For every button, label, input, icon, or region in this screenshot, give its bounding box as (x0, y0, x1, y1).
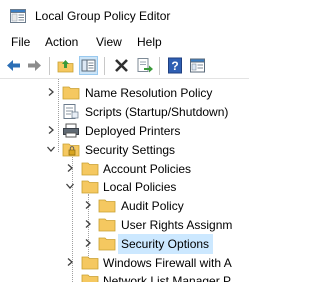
chevron-right-icon[interactable] (83, 219, 93, 229)
chevron-down-icon[interactable] (65, 181, 75, 191)
folder-icon (98, 237, 116, 251)
tree-item-label: Security Options (121, 237, 210, 251)
up-folder-icon[interactable] (56, 56, 75, 75)
chevron-right-icon[interactable] (83, 238, 93, 248)
tree-item-label: Local Policies (103, 180, 177, 194)
tree-item-user-rights-assignment[interactable]: User Rights Assignm (0, 215, 249, 235)
folder-icon (98, 218, 116, 232)
tree-item-security-settings[interactable]: Security Settings (0, 140, 249, 160)
toolbar-separator (104, 57, 105, 75)
tree-item-label: Windows Firewall with A (103, 256, 232, 270)
tree-item-windows-firewall[interactable]: Windows Firewall with A (0, 253, 249, 273)
security-folder-icon (62, 143, 80, 157)
tree-item-account-policies[interactable]: Account Policies (0, 159, 249, 179)
folder-icon (81, 162, 99, 176)
tree-item-name-resolution-policy[interactable]: Name Resolution Policy (0, 83, 249, 103)
tree-item-local-policies[interactable]: Local Policies (0, 177, 249, 197)
properties-view-icon[interactable] (188, 56, 207, 75)
tree-item-audit-policy[interactable]: Audit Policy (0, 196, 249, 216)
tree-item-scripts[interactable]: Scripts (Startup/Shutdown) (0, 102, 249, 122)
tree-item-label: User Rights Assignm (121, 218, 233, 232)
help-icon[interactable]: ? (166, 56, 185, 75)
menu-file[interactable]: File (11, 35, 30, 49)
tree-item-network-list-manager[interactable]: Network List Manager P (0, 271, 249, 282)
menu-action[interactable]: Action (45, 35, 78, 49)
chevron-right-icon[interactable] (46, 87, 56, 97)
tree-item-label: Account Policies (103, 162, 192, 176)
toolbar-separator (49, 57, 50, 75)
show-hide-tree-button[interactable] (79, 56, 98, 75)
folder-icon (62, 86, 80, 100)
menu-bar: File Action View Help (0, 33, 249, 51)
tree-item-label: Network List Manager P (103, 274, 232, 282)
back-arrow-icon[interactable] (4, 56, 23, 75)
console-tree-icon (81, 59, 96, 72)
tree-item-security-options[interactable]: Security Options (0, 234, 249, 254)
folder-icon (81, 274, 99, 282)
window-title: Local Group Policy Editor (35, 9, 171, 23)
export-list-icon[interactable] (135, 56, 154, 75)
script-icon (63, 104, 79, 119)
tree-item-label: Security Settings (85, 143, 176, 157)
menu-help[interactable]: Help (137, 35, 162, 49)
tree-item-label: Scripts (Startup/Shutdown) (85, 105, 229, 119)
tree-item-label: Name Resolution Policy (85, 86, 213, 100)
chevron-right-icon[interactable] (65, 163, 75, 173)
forward-arrow-icon[interactable] (25, 56, 44, 75)
console-tree[interactable]: Name Resolution Policy Scripts (Startup/… (0, 79, 249, 282)
folder-icon (81, 256, 99, 270)
delete-x-icon[interactable] (112, 56, 131, 75)
tree-item-label: Audit Policy (121, 199, 184, 213)
folder-icon (81, 180, 99, 194)
printer-icon (63, 123, 79, 138)
chevron-right-icon[interactable] (65, 257, 75, 267)
svg-text:?: ? (171, 59, 178, 73)
tree-item-deployed-printers[interactable]: Deployed Printers (0, 121, 249, 141)
toolbar: ? (0, 53, 249, 79)
toolbar-separator (159, 57, 160, 75)
folder-icon (98, 199, 116, 213)
chevron-right-icon[interactable] (46, 125, 56, 135)
group-policy-app-icon (10, 9, 26, 23)
title-bar[interactable]: Local Group Policy Editor (0, 0, 249, 33)
menu-view[interactable]: View (96, 35, 122, 49)
tree-item-label: Deployed Printers (85, 124, 181, 138)
chevron-down-icon[interactable] (46, 144, 56, 154)
chevron-right-icon[interactable] (83, 200, 93, 210)
